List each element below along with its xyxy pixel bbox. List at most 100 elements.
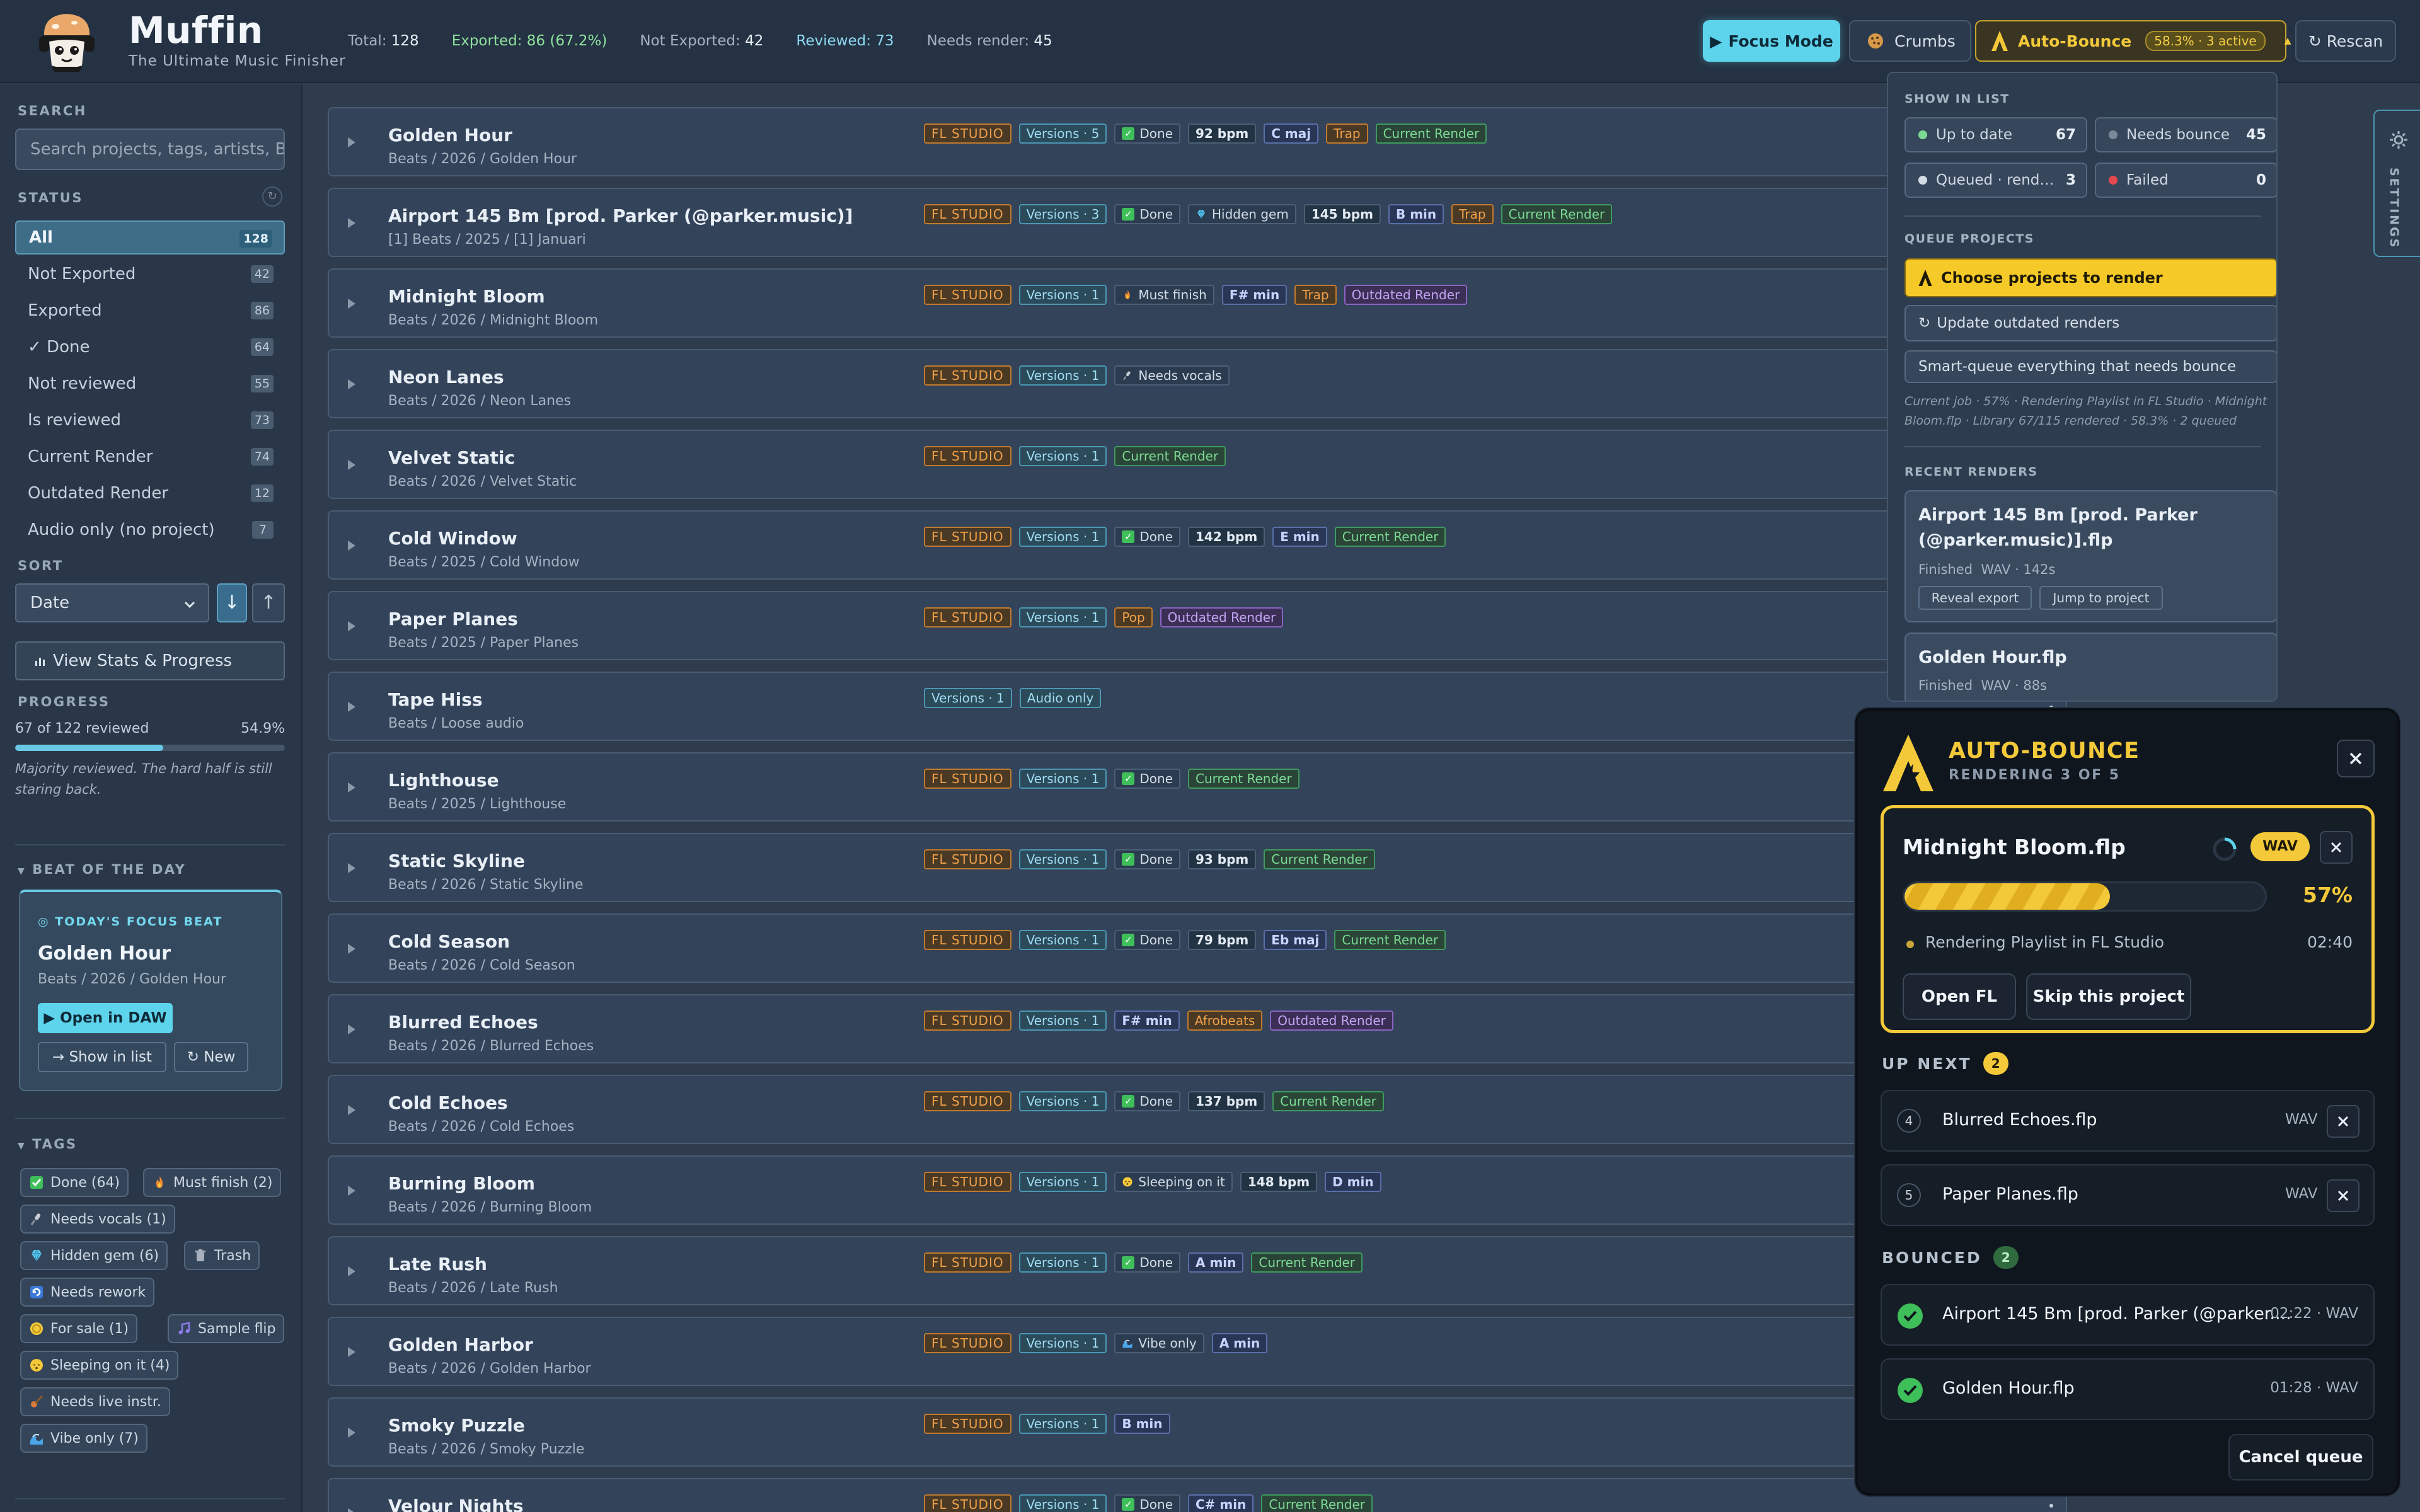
render-filter-toggle[interactable]: Failed 0 xyxy=(2095,163,2276,198)
expand-arrow-icon[interactable] xyxy=(348,1428,355,1438)
expand-arrow-icon[interactable] xyxy=(348,379,355,389)
tag-chip[interactable]: Sleeping on it (4) xyxy=(20,1351,179,1380)
expand-arrow-icon[interactable] xyxy=(348,944,355,954)
skip-project-button[interactable]: Skip this project xyxy=(2026,973,2191,1020)
tags-header[interactable]: ▼ TAGS xyxy=(18,1137,78,1152)
status-reset-icon[interactable]: ↻ xyxy=(262,186,282,207)
jump-to-project-button[interactable]: Jump to project xyxy=(2039,586,2163,610)
open-fl-button[interactable]: Open FL xyxy=(1903,973,2016,1020)
focus-mode-button[interactable]: ▶ Focus Mode xyxy=(1703,20,1840,62)
project-row[interactable]: Midnight Bloom Beats / 2026 / Midnight Bl… xyxy=(328,268,2067,338)
auto-bounce-button[interactable]: Auto-Bounce 58.3% · 3 active ▲ xyxy=(1975,20,2291,62)
update-outdated-button[interactable]: ↻ Update outdated renders xyxy=(1904,305,2276,341)
status-filter-item[interactable]: All 128 xyxy=(15,220,285,255)
sort-ascending-button[interactable]: ↑ xyxy=(252,583,285,622)
project-row[interactable]: Cold Echoes Beats / 2026 / Cold Echoes FL … xyxy=(328,1075,2067,1144)
expand-arrow-icon[interactable] xyxy=(348,137,355,147)
tag-chip[interactable]: Needs vocals (1) xyxy=(20,1205,175,1234)
status-dot-icon xyxy=(2109,130,2118,139)
project-row[interactable]: Cold Window Beats / 2025 / Cold Window FL … xyxy=(328,510,2067,580)
render-filter-toggle[interactable]: Needs bounce 45 xyxy=(2095,117,2276,152)
status-filter-count: 86 xyxy=(250,302,274,319)
expand-arrow-icon[interactable] xyxy=(348,460,355,470)
open-in-daw-button[interactable]: ▶ Open in DAW xyxy=(38,1003,173,1033)
expand-arrow-icon[interactable] xyxy=(348,863,355,873)
tag-chip[interactable]: Done (64) xyxy=(20,1168,129,1197)
sort-descending-button[interactable]: ↓ xyxy=(217,583,247,622)
project-row[interactable]: Smoky Puzzle Beats / 2026 / Smoky Puzzle F… xyxy=(328,1397,2067,1467)
project-row[interactable]: Neon Lanes Beats / 2026 / Neon Lanes FL ST… xyxy=(328,349,2067,418)
beat-of-day-header[interactable]: ▼ BEAT OF THE DAY xyxy=(18,862,186,877)
close-panel-button[interactable] xyxy=(2337,740,2375,777)
tag-chip[interactable]: Needs live instr. xyxy=(20,1387,170,1416)
settings-tab[interactable]: SETTINGS xyxy=(2373,110,2420,257)
status-filter-item[interactable]: Current Render 74 xyxy=(15,440,285,474)
expand-arrow-icon[interactable] xyxy=(348,1186,355,1196)
project-badges: FL STUDIO Versions · 1 ✓ Done 79 bpm Eb maj Cu… xyxy=(924,930,1446,950)
project-row[interactable]: Static Skyline Beats / 2026 / Static Skyl… xyxy=(328,833,2067,902)
expand-arrow-icon[interactable] xyxy=(348,782,355,793)
expand-arrow-icon[interactable] xyxy=(348,621,355,631)
remove-queue-item-button[interactable] xyxy=(2327,1179,2360,1212)
status-filter-item[interactable]: Not Exported 42 xyxy=(15,257,285,291)
status-filter-item[interactable]: Not reviewed 55 xyxy=(15,367,285,401)
expand-arrow-icon[interactable] xyxy=(348,1024,355,1034)
status-filter-item[interactable]: Outdated Render 12 xyxy=(15,476,285,510)
new-beat-button[interactable]: ↻ New xyxy=(174,1042,248,1072)
project-row[interactable]: Airport 145 Bm [prod. Parker (@parker.mu… xyxy=(328,188,2067,257)
status-filter-item[interactable]: ✓ Done 64 xyxy=(15,330,285,364)
project-row[interactable]: Velvet Static Beats / 2026 / Velvet Stati… xyxy=(328,430,2067,499)
project-row[interactable]: Cold Season Beats / 2026 / Cold Season FL … xyxy=(328,914,2067,983)
project-row[interactable]: Late Rush Beats / 2026 / Late Rush FL STUD… xyxy=(328,1236,2067,1305)
search-input[interactable] xyxy=(15,129,285,170)
badge-text: FL STUDIO xyxy=(931,932,1004,948)
project-row[interactable]: Tape Hiss Beats / Loose audio Versions · 1… xyxy=(328,672,2067,741)
outdated-render-badge: Outdated Render xyxy=(1270,1011,1393,1031)
expand-arrow-icon[interactable] xyxy=(348,1105,355,1115)
show-in-list-button[interactable]: → Show in list xyxy=(38,1042,166,1072)
crumbs-button[interactable]: Crumbs xyxy=(1849,20,1971,62)
tag-chip[interactable]: Must finish (2) xyxy=(143,1168,282,1197)
cancel-queue-button[interactable]: Cancel queue xyxy=(2228,1434,2373,1480)
tag-chip[interactable]: Trash xyxy=(184,1241,260,1270)
status-filter-item[interactable]: Audio only (no project) 7 xyxy=(15,513,285,547)
tag-chip[interactable]: Vibe only (7) xyxy=(20,1424,147,1453)
sort-select[interactable]: Date xyxy=(15,583,209,622)
remove-queue-item-button[interactable] xyxy=(2327,1105,2360,1138)
badge-text: Versions · 1 xyxy=(1026,610,1100,625)
project-row[interactable]: Blurred Echoes Beats / 2026 / Blurred Ech… xyxy=(328,994,2067,1063)
expand-arrow-icon[interactable] xyxy=(348,1347,355,1357)
project-row[interactable]: Lighthouse Beats / 2025 / Lighthouse FL ST… xyxy=(328,752,2067,822)
kebab-menu-icon[interactable] xyxy=(2049,1503,2053,1512)
choose-projects-button[interactable]: Choose projects to render xyxy=(1904,258,2276,297)
expand-arrow-icon[interactable] xyxy=(348,299,355,309)
project-row[interactable]: Golden Hour Beats / 2026 / Golden Hour FL … xyxy=(328,107,2067,176)
project-row[interactable]: Burning Bloom Beats / 2026 / Burning Bloo… xyxy=(328,1155,2067,1225)
reveal-export-button[interactable]: Reveal export xyxy=(1918,586,2032,610)
expand-arrow-icon[interactable] xyxy=(348,702,355,712)
bpm-badge: 137 bpm xyxy=(1188,1091,1265,1111)
tag-chip[interactable]: For sale (1) xyxy=(20,1314,138,1343)
project-row[interactable]: Golden Harbor Beats / 2026 / Golden Harbo… xyxy=(328,1317,2067,1386)
bolt-a-icon xyxy=(1918,270,1932,286)
project-row[interactable]: Paper Planes Beats / 2025 / Paper Planes F… xyxy=(328,591,2067,660)
expand-arrow-icon[interactable] xyxy=(348,218,355,228)
render-filter-toggle[interactable]: Queued · rendering3 xyxy=(1904,163,2087,198)
status-filter-item[interactable]: Exported 86 xyxy=(15,294,285,328)
view-stats-button[interactable]: View Stats & Progress xyxy=(15,641,285,680)
remove-current-button[interactable] xyxy=(2320,831,2353,864)
tag-chip[interactable]: Hidden gem (6) xyxy=(20,1241,168,1270)
render-filter-toggle[interactable]: Up to date 67 xyxy=(1904,117,2087,152)
smart-queue-button[interactable]: Smart-queue everything that needs bounce xyxy=(1904,350,2276,383)
expand-arrow-icon[interactable] xyxy=(348,1508,355,1512)
spinner-icon xyxy=(2211,836,2238,862)
expand-arrow-icon[interactable] xyxy=(348,541,355,551)
project-row[interactable]: Velour Nights FL STUDIO Versions · 1 ✓ Done C… xyxy=(328,1478,2067,1512)
status-filter-item[interactable]: Is reviewed 73 xyxy=(15,403,285,437)
rescan-button[interactable]: ↻ Rescan xyxy=(2295,20,2396,62)
genre-badge: Trap xyxy=(1326,123,1368,144)
recent-render-title: Golden Hour.flp xyxy=(1918,648,2067,667)
tag-chip[interactable]: Needs rework xyxy=(20,1278,155,1307)
tag-chip[interactable]: Sample flip xyxy=(168,1314,285,1343)
expand-arrow-icon[interactable] xyxy=(348,1266,355,1276)
